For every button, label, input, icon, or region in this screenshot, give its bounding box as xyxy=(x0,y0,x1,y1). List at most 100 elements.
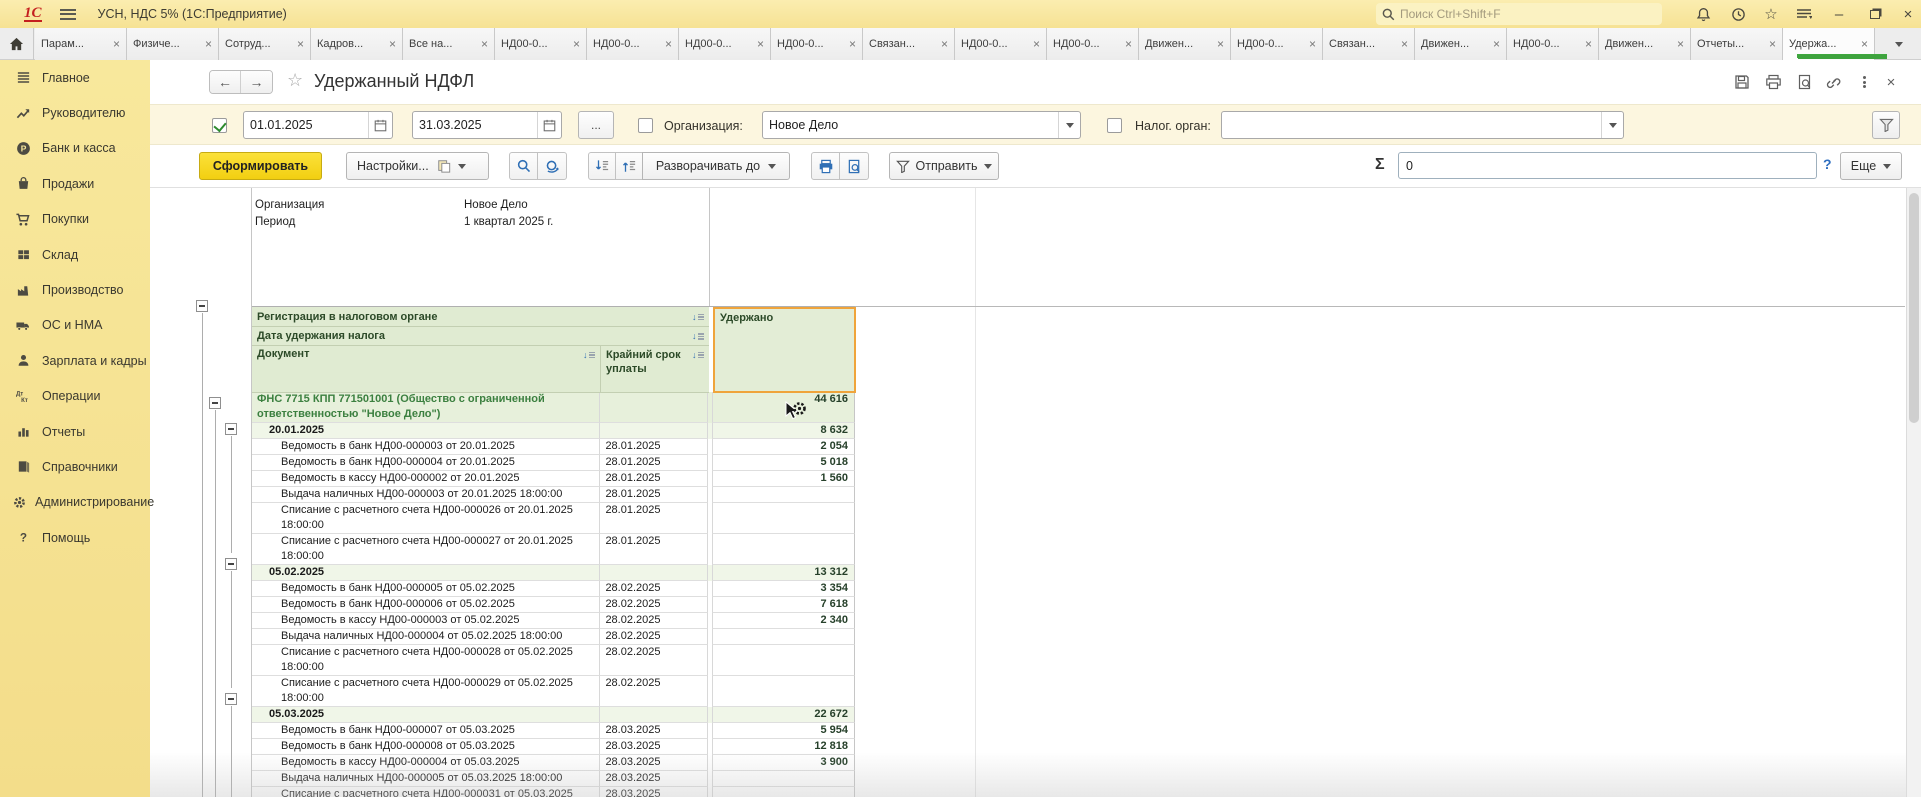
cell-document[interactable]: Выдача наличных НД00-000004 от 05.02.202… xyxy=(252,629,600,645)
tab-close-icon[interactable]: × xyxy=(1125,37,1132,51)
cell-due-date[interactable]: 28.03.2025 xyxy=(600,739,708,755)
table-row[interactable]: 05.02.2025 13 312 xyxy=(252,565,855,581)
global-search-field[interactable] xyxy=(1376,3,1662,25)
close-view-icon[interactable]: × xyxy=(1879,72,1903,92)
preview-icon[interactable] xyxy=(1793,72,1817,92)
search-input[interactable] xyxy=(1400,7,1640,21)
table-row[interactable]: Ведомость в кассу НД00-000002 от 20.01.2… xyxy=(252,471,855,487)
sidebar-item-bank-kassa[interactable]: Р Банк и касса xyxy=(0,131,150,166)
forward-button[interactable]: → xyxy=(241,71,272,93)
sort-icon[interactable]: ↓ xyxy=(692,350,706,360)
sidebar-item-proizvodstvo[interactable]: Производство xyxy=(0,272,150,307)
sidebar-item-glavnoe[interactable]: Главное xyxy=(0,60,150,95)
cell-document[interactable]: Ведомость в кассу НД00-000002 от 20.01.2… xyxy=(252,471,600,487)
cell-due-date[interactable]: 28.03.2025 xyxy=(600,771,708,787)
cell-document[interactable]: 05.03.2025 xyxy=(252,707,600,723)
header-due-date[interactable]: Крайний срок уплаты ↓ xyxy=(601,346,709,393)
cell-withheld-amount[interactable] xyxy=(712,645,855,676)
document-tab[interactable]: Кадров... × xyxy=(311,28,403,60)
cell-due-date[interactable]: 28.01.2025 xyxy=(600,487,708,503)
table-row[interactable]: Выдача наличных НД00-000004 от 05.02.202… xyxy=(252,629,855,645)
cell-withheld-amount[interactable]: 7 618 xyxy=(712,597,855,613)
cell-document[interactable]: Ведомость в кассу НД00-000004 от 05.03.2… xyxy=(252,755,600,771)
table-row[interactable]: Ведомость в банк НД00-000003 от 20.01.20… xyxy=(252,439,855,455)
document-tab[interactable]: Связан... × xyxy=(863,28,955,60)
print-button[interactable] xyxy=(811,152,840,180)
sidebar-item-otchety[interactable]: Отчеты xyxy=(0,414,150,449)
table-row[interactable]: 20.01.2025 8 632 xyxy=(252,423,855,439)
calendar-icon[interactable] xyxy=(537,112,561,138)
tab-close-icon[interactable]: × xyxy=(481,37,488,51)
table-row[interactable]: Ведомость в банк НД00-000004 от 20.01.20… xyxy=(252,455,855,471)
cell-document[interactable]: 05.02.2025 xyxy=(252,565,600,581)
collapse-date1-button[interactable] xyxy=(225,423,237,435)
cell-document[interactable]: Списание с расчетного счета НД00-000027 … xyxy=(252,534,600,565)
cell-due-date[interactable]: 28.03.2025 xyxy=(600,723,708,739)
cell-due-date[interactable]: 28.02.2025 xyxy=(600,581,708,597)
cell-document[interactable]: ФНС 7715 КПП 771501001 (Общество с огран… xyxy=(252,392,600,423)
cell-withheld-amount[interactable] xyxy=(712,629,855,645)
history-icon[interactable] xyxy=(1727,5,1749,23)
cell-withheld-amount[interactable] xyxy=(712,787,855,797)
cell-document[interactable]: Ведомость в банк НД00-000004 от 20.01.20… xyxy=(252,455,600,471)
chevron-down-icon[interactable] xyxy=(1601,112,1623,138)
tax-authority-input[interactable] xyxy=(1222,118,1601,132)
cell-due-date[interactable]: 28.01.2025 xyxy=(600,455,708,471)
vertical-scrollbar[interactable] xyxy=(1906,188,1921,797)
cell-withheld-amount[interactable] xyxy=(712,487,855,503)
date-to-field[interactable] xyxy=(412,111,562,139)
table-row[interactable]: Ведомость в кассу НД00-000003 от 05.02.2… xyxy=(252,613,855,629)
tax-authority-combo[interactable] xyxy=(1221,111,1624,139)
cell-document[interactable]: Ведомость в банк НД00-000005 от 05.02.20… xyxy=(252,581,600,597)
tab-close-icon[interactable]: × xyxy=(113,37,120,51)
document-tab[interactable]: НД00-0... × xyxy=(1507,28,1599,60)
print-preview-button[interactable] xyxy=(839,152,869,180)
cell-withheld-amount[interactable] xyxy=(712,676,855,707)
tab-close-icon[interactable]: × xyxy=(205,37,212,51)
document-tab[interactable]: НД00-0... × xyxy=(771,28,863,60)
window-minimize-icon[interactable]: – xyxy=(1828,5,1850,23)
period-variants-button[interactable]: ... xyxy=(578,111,614,139)
cell-document[interactable]: Списание с расчетного счета НД00-000031 … xyxy=(252,787,600,797)
cell-document[interactable]: Списание с расчетного счета НД00-000026 … xyxy=(252,503,600,534)
cell-withheld-amount[interactable]: 2 054 xyxy=(712,439,855,455)
cell-withheld-amount[interactable] xyxy=(712,503,855,534)
cell-withheld-amount[interactable]: 12 818 xyxy=(712,739,855,755)
cell-withheld-amount[interactable]: 3 354 xyxy=(712,581,855,597)
tab-close-icon[interactable]: × xyxy=(1033,37,1040,51)
sidebar-item-spravochniki[interactable]: Справочники xyxy=(0,449,150,484)
settings-button[interactable]: Настройки... xyxy=(346,152,489,180)
cell-withheld-amount[interactable]: 1 560 xyxy=(712,471,855,487)
search-next-button[interactable] xyxy=(537,152,567,180)
cell-withheld-amount[interactable]: 22 672 xyxy=(712,707,855,723)
document-tab[interactable]: Отчеты... × xyxy=(1691,28,1783,60)
table-row[interactable]: Выдача наличных НД00-000005 от 05.03.202… xyxy=(252,771,855,787)
cell-due-date[interactable]: 28.01.2025 xyxy=(600,503,708,534)
cell-withheld-amount[interactable] xyxy=(712,534,855,565)
table-row[interactable]: Списание с расчетного счета НД00-000026 … xyxy=(252,503,855,534)
tab-close-icon[interactable]: × xyxy=(1493,37,1500,51)
table-row[interactable]: 05.03.2025 22 672 xyxy=(252,707,855,723)
more-button[interactable]: Еще xyxy=(1840,152,1902,180)
collapse-report-button[interactable] xyxy=(196,300,208,312)
sort-icon[interactable]: ↓ xyxy=(583,350,597,360)
tab-close-icon[interactable]: × xyxy=(1861,37,1868,51)
document-tab[interactable]: НД00-0... × xyxy=(587,28,679,60)
sidebar-item-zarplata-kadry[interactable]: Зарплата и кадры xyxy=(0,343,150,378)
window-close-icon[interactable]: × xyxy=(1897,5,1919,23)
cell-document[interactable]: Ведомость в банк НД00-000003 от 20.01.20… xyxy=(252,439,600,455)
sidebar-item-rukovoditelyu[interactable]: Руководителю xyxy=(0,95,150,130)
tab-close-icon[interactable]: × xyxy=(389,37,396,51)
home-tab[interactable] xyxy=(0,28,34,60)
collapse-date3-button[interactable] xyxy=(225,693,237,705)
header-registration[interactable]: Регистрация в налоговом органе ↓ xyxy=(252,307,709,327)
cell-document[interactable]: Списание с расчетного счета НД00-000029 … xyxy=(252,676,600,707)
cell-due-date[interactable]: 28.01.2025 xyxy=(600,534,708,565)
sidebar-item-os-nma[interactable]: ОС и НМА xyxy=(0,308,150,343)
main-menu-icon[interactable] xyxy=(60,9,76,20)
search-in-report-button[interactable] xyxy=(509,152,538,180)
cell-due-date[interactable]: 28.02.2025 xyxy=(600,676,708,707)
sort-icon[interactable]: ↓ xyxy=(692,312,706,322)
back-button[interactable]: ← xyxy=(210,71,241,93)
header-document[interactable]: Документ ↓ xyxy=(252,346,601,393)
